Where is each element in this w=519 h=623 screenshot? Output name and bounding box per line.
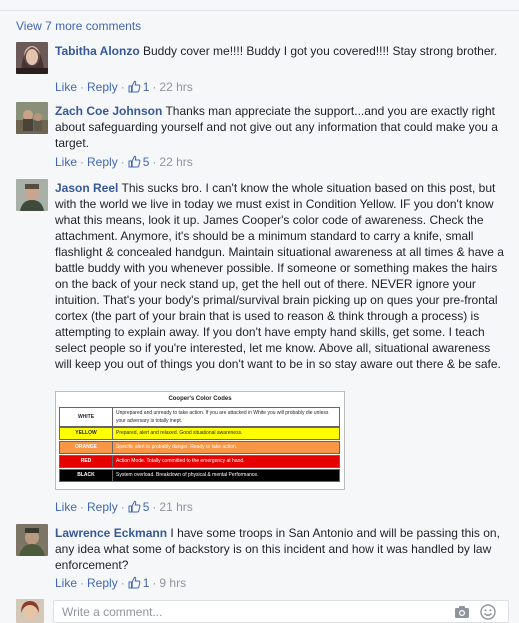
like-count[interactable]: 1 <box>143 576 150 590</box>
like-link[interactable]: Like <box>55 155 77 169</box>
view-more-comments-link[interactable]: View 7 more comments <box>16 19 141 33</box>
current-user-avatar <box>16 599 44 623</box>
top-divider <box>0 0 519 11</box>
comment-time[interactable]: 22 hrs <box>159 155 192 169</box>
comment-body: Zach Coe Johnson Thanks man appreciate t… <box>55 103 505 151</box>
like-link[interactable]: Like <box>55 500 77 514</box>
comment-input[interactable] <box>62 605 422 619</box>
reply-link[interactable]: Reply <box>87 500 118 514</box>
comment-time[interactable]: 21 hrs <box>159 500 192 514</box>
comment-actions: Like · Reply · 1 · 22 hrs <box>55 80 193 96</box>
camera-icon[interactable] <box>454 605 470 622</box>
comment-text: Buddy cover me!!!! Buddy I got you cover… <box>143 44 498 58</box>
comment-body: Jason Reel This sucks bro. I can't know … <box>55 180 505 372</box>
color-row: YELLOW Prepared, alert and relaxed. Good… <box>59 427 340 440</box>
smiley-icon[interactable] <box>480 604 496 623</box>
color-row: WHITE Unprepared and unready to take act… <box>59 407 340 427</box>
thumbs-up-icon <box>128 576 141 592</box>
like-count[interactable]: 5 <box>143 155 150 169</box>
write-comment-bar <box>0 597 519 623</box>
reply-link[interactable]: Reply <box>87 80 118 94</box>
reply-link[interactable]: Reply <box>87 576 118 590</box>
like-link[interactable]: Like <box>55 80 77 94</box>
avatar[interactable] <box>16 42 48 74</box>
like-count[interactable]: 1 <box>143 80 150 94</box>
comment-actions: Like · Reply · 1 · 9 hrs <box>55 576 187 592</box>
comment-author[interactable]: Lawrence Eckmann <box>55 526 167 540</box>
comment-item: Tabitha Alonzo Buddy cover me!!!! Buddy … <box>0 42 519 97</box>
avatar[interactable] <box>16 102 48 134</box>
like-count[interactable]: 5 <box>143 500 150 514</box>
color-code-attachment[interactable]: Cooper's Color Codes WHITE Unprepared an… <box>55 391 345 490</box>
color-row: RED Action Mode. Totally committed to th… <box>59 455 340 468</box>
comment-time[interactable]: 9 hrs <box>159 576 186 590</box>
avatar[interactable] <box>16 179 48 211</box>
comment-author[interactable]: Tabitha Alonzo <box>55 44 140 58</box>
comment-time[interactable]: 22 hrs <box>159 80 192 94</box>
comment-body: Tabitha Alonzo Buddy cover me!!!! Buddy … <box>55 43 505 59</box>
comment-author[interactable]: Jason Reel <box>55 181 118 195</box>
thumbs-up-icon <box>128 80 141 96</box>
attachment-title: Cooper's Color Codes <box>168 396 232 402</box>
color-row: ORANGE Specific alert to probably danger… <box>59 441 340 454</box>
comment-actions: Like · Reply · 5 · 22 hrs <box>55 155 193 171</box>
comment-box[interactable] <box>53 600 509 623</box>
comment-text: This sucks bro. I can't know the whole s… <box>55 181 504 371</box>
color-row: BLACK System overload. Breakdown of phys… <box>59 469 340 482</box>
reply-link[interactable]: Reply <box>87 155 118 169</box>
avatar[interactable] <box>16 524 48 556</box>
comment-body: Lawrence Eckmann I have some troops in S… <box>55 525 505 573</box>
thumbs-up-icon <box>128 500 141 516</box>
thumbs-up-icon <box>128 155 141 171</box>
comment-item: Lawrence Eckmann I have some troops in S… <box>0 524 519 594</box>
comment-item: Jason Reel This sucks bro. I can't know … <box>0 179 519 519</box>
like-link[interactable]: Like <box>55 576 77 590</box>
comment-actions: Like · Reply · 5 · 21 hrs <box>55 500 193 516</box>
comment-author[interactable]: Zach Coe Johnson <box>55 104 162 118</box>
comment-item: Zach Coe Johnson Thanks man appreciate t… <box>0 101 519 176</box>
